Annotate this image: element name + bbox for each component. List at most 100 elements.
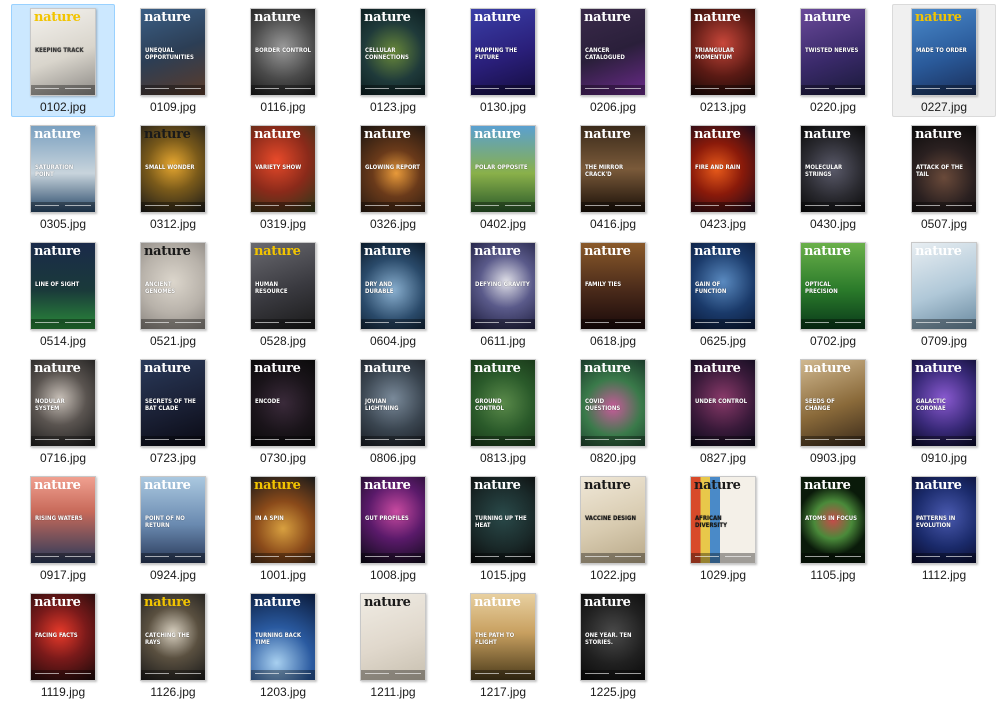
file-name-label: 0910.jpg [920, 451, 968, 465]
cover-thumbnail: nature CELLULAR CONNECTIONS [360, 8, 426, 96]
cover-thumbnail: nature THE MIRROR CRACK'D [580, 125, 646, 213]
file-item[interactable]: nature CELLULAR CONNECTIONS 0123.jpg [341, 4, 445, 117]
file-item[interactable]: nature TURNING BACK TIME 1203.jpg [231, 589, 335, 702]
file-item[interactable]: nature ANCIENT GENOMES 0521.jpg [121, 238, 225, 351]
cover-thumbnail: nature PATTERNS IN EVOLUTION [911, 476, 977, 564]
file-item[interactable]: nature TRIANGULAR MOMENTUM 0213.jpg [671, 4, 775, 117]
cover-headline: ANCIENT GENOMES [145, 280, 176, 295]
nature-masthead-logo: nature [144, 10, 191, 25]
file-item[interactable]: nature GROUND CONTROL 0813.jpg [451, 355, 555, 468]
cover-thumbnail: nature CATCHING THE RAYS [140, 593, 206, 681]
cover-headline: RISING WATERS [35, 514, 83, 522]
file-item[interactable]: nature GUT PROFILES 1008.jpg [341, 472, 445, 585]
file-name-label: 0820.jpg [589, 451, 637, 465]
file-item[interactable]: nature AFRICAN DIVERSITY 1029.jpg [671, 472, 775, 585]
cover-headline: FAMILY TIES [585, 280, 622, 288]
cover-thumbnail: nature BORDER CONTROL [250, 8, 316, 96]
file-item[interactable]: nature VACCINE DESIGN 1022.jpg [561, 472, 665, 585]
file-item[interactable]: nature COVID QUESTIONS 0820.jpg [561, 355, 665, 468]
file-item[interactable]: nature SATURATION POINT 0305.jpg [11, 121, 115, 234]
file-name-label: 0716.jpg [39, 451, 87, 465]
file-item[interactable]: nature POINT OF NO RETURN 0924.jpg [121, 472, 225, 585]
file-item[interactable]: nature UNDER CONTROL 0827.jpg [671, 355, 775, 468]
cover-footer-band [801, 202, 865, 212]
file-item[interactable]: nature GLOWING REPORT 0326.jpg [341, 121, 445, 234]
file-item[interactable]: nature MAPPING THE FUTURE 0130.jpg [451, 4, 555, 117]
file-item[interactable]: nature MADE TO ORDER 0227.jpg [892, 4, 996, 117]
file-item[interactable]: nature SEEDS OF CHANGE 0903.jpg [781, 355, 885, 468]
file-item[interactable]: nature IN A SPIN 1001.jpg [231, 472, 335, 585]
file-name-label: 1022.jpg [589, 568, 637, 582]
file-item[interactable]: nature SMALL WONDER 0312.jpg [121, 121, 225, 234]
file-item[interactable]: nature PATTERNS IN EVOLUTION 1112.jpg [892, 472, 996, 585]
file-item[interactable]: nature FACING FACTS 1119.jpg [11, 589, 115, 702]
cover-footer-band [141, 202, 205, 212]
file-item[interactable]: nature ATTACK OF THE TAIL 0507.jpg [892, 121, 996, 234]
file-item[interactable]: nature GAIN OF FUNCTION 0625.jpg [671, 238, 775, 351]
file-item[interactable]: nature NODULAR SYSTEM 0716.jpg [11, 355, 115, 468]
cover-thumbnail: nature TWISTED NERVES [800, 8, 866, 96]
cover-headline: CANCER CATALOGUED [585, 46, 625, 61]
file-name-label: 0521.jpg [149, 334, 197, 348]
cover-footer-band [801, 553, 865, 563]
file-item[interactable]: nature RISING WATERS 0917.jpg [11, 472, 115, 585]
cover-thumbnail: nature GUT PROFILES [360, 476, 426, 564]
file-item[interactable]: nature TWISTED NERVES 0220.jpg [781, 4, 885, 117]
cover-headline: SECRETS OF THE BAT CLADE [145, 397, 196, 412]
file-item[interactable]: nature FIRE AND RAIN 0423.jpg [671, 121, 775, 234]
nature-masthead-logo: nature [144, 478, 191, 493]
file-item[interactable]: nature OPTICAL PRECISION 0702.jpg [781, 238, 885, 351]
cover-thumbnail: nature TURNING UP THE HEAT [470, 476, 536, 564]
file-item[interactable]: nature TURNING UP THE HEAT 1015.jpg [451, 472, 555, 585]
file-name-label: 0416.jpg [589, 217, 637, 231]
file-item[interactable]: nature JOVIAN LIGHTNING 0806.jpg [341, 355, 445, 468]
file-item[interactable]: nature POLAR OPPOSITE 0402.jpg [451, 121, 555, 234]
file-item[interactable]: nature ATOMS IN FOCUS 1105.jpg [781, 472, 885, 585]
file-item[interactable]: nature DEFYING GRAVITY 0611.jpg [451, 238, 555, 351]
file-item[interactable]: nature VARIETY SHOW 0319.jpg [231, 121, 335, 234]
nature-masthead-logo: nature [915, 10, 962, 25]
cover-headline: BORDER CONTROL [255, 46, 311, 54]
file-item[interactable]: nature THE MIRROR CRACK'D 0416.jpg [561, 121, 665, 234]
file-name-label: 1015.jpg [479, 568, 527, 582]
file-item[interactable]: nature MOLECULAR STRINGS 0430.jpg [781, 121, 885, 234]
cover-thumbnail: nature GAIN OF FUNCTION [690, 242, 756, 330]
nature-masthead-logo: nature [474, 10, 521, 25]
nature-masthead-logo: nature [584, 361, 631, 376]
cover-footer-band [361, 436, 425, 446]
cover-headline: SEEDS OF CHANGE [805, 397, 835, 412]
file-item[interactable]: nature KEEPING TRACK 0102.jpg [11, 4, 115, 117]
cover-headline: UNDER CONTROL [695, 397, 748, 405]
cover-thumbnail: nature NODULAR SYSTEM [30, 359, 96, 447]
cover-footer-band [912, 436, 976, 446]
nature-masthead-logo: nature [915, 478, 962, 493]
file-item[interactable]: nature FAMILY TIES 0618.jpg [561, 238, 665, 351]
file-name-label: 0423.jpg [699, 217, 747, 231]
file-item[interactable]: nature ONE YEAR. TEN STORIES. 1225.jpg [561, 589, 665, 702]
cover-thumbnail: nature FACING FACTS [30, 593, 96, 681]
cover-thumbnail: nature THE PATH TO FLIGHT [470, 593, 536, 681]
nature-masthead-logo: nature [34, 361, 81, 376]
file-item[interactable]: nature ENCODE 0730.jpg [231, 355, 335, 468]
file-item[interactable]: nature GALACTIC CORONAE 0910.jpg [892, 355, 996, 468]
file-item[interactable]: nature CANCER CATALOGUED 0206.jpg [561, 4, 665, 117]
file-item[interactable]: nature 0709.jpg [892, 238, 996, 351]
nature-masthead-logo: nature [474, 127, 521, 142]
file-item[interactable]: nature SECRETS OF THE BAT CLADE 0723.jpg [121, 355, 225, 468]
nature-masthead-logo: nature [364, 10, 411, 25]
file-item[interactable]: nature BORDER CONTROL 0116.jpg [231, 4, 335, 117]
cover-footer-band [251, 553, 315, 563]
cover-thumbnail: nature [360, 593, 426, 681]
file-item[interactable]: nature UNEQUAL OPPORTUNITIES 0109.jpg [121, 4, 225, 117]
file-item[interactable]: nature CATCHING THE RAYS 1126.jpg [121, 589, 225, 702]
file-item[interactable]: nature 1211.jpg [341, 589, 445, 702]
nature-masthead-logo: nature [584, 244, 631, 259]
file-item[interactable]: nature DRY AND DURABLE 0604.jpg [341, 238, 445, 351]
file-item[interactable]: nature LINE OF SIGHT 0514.jpg [11, 238, 115, 351]
file-name-label: 1225.jpg [589, 685, 637, 699]
cover-headline: FIRE AND RAIN [695, 163, 741, 171]
cover-footer-band [801, 85, 865, 95]
file-item[interactable]: nature HUMAN RESOURCE 0528.jpg [231, 238, 335, 351]
file-item[interactable]: nature THE PATH TO FLIGHT 1217.jpg [451, 589, 555, 702]
file-name-label: 1217.jpg [479, 685, 527, 699]
